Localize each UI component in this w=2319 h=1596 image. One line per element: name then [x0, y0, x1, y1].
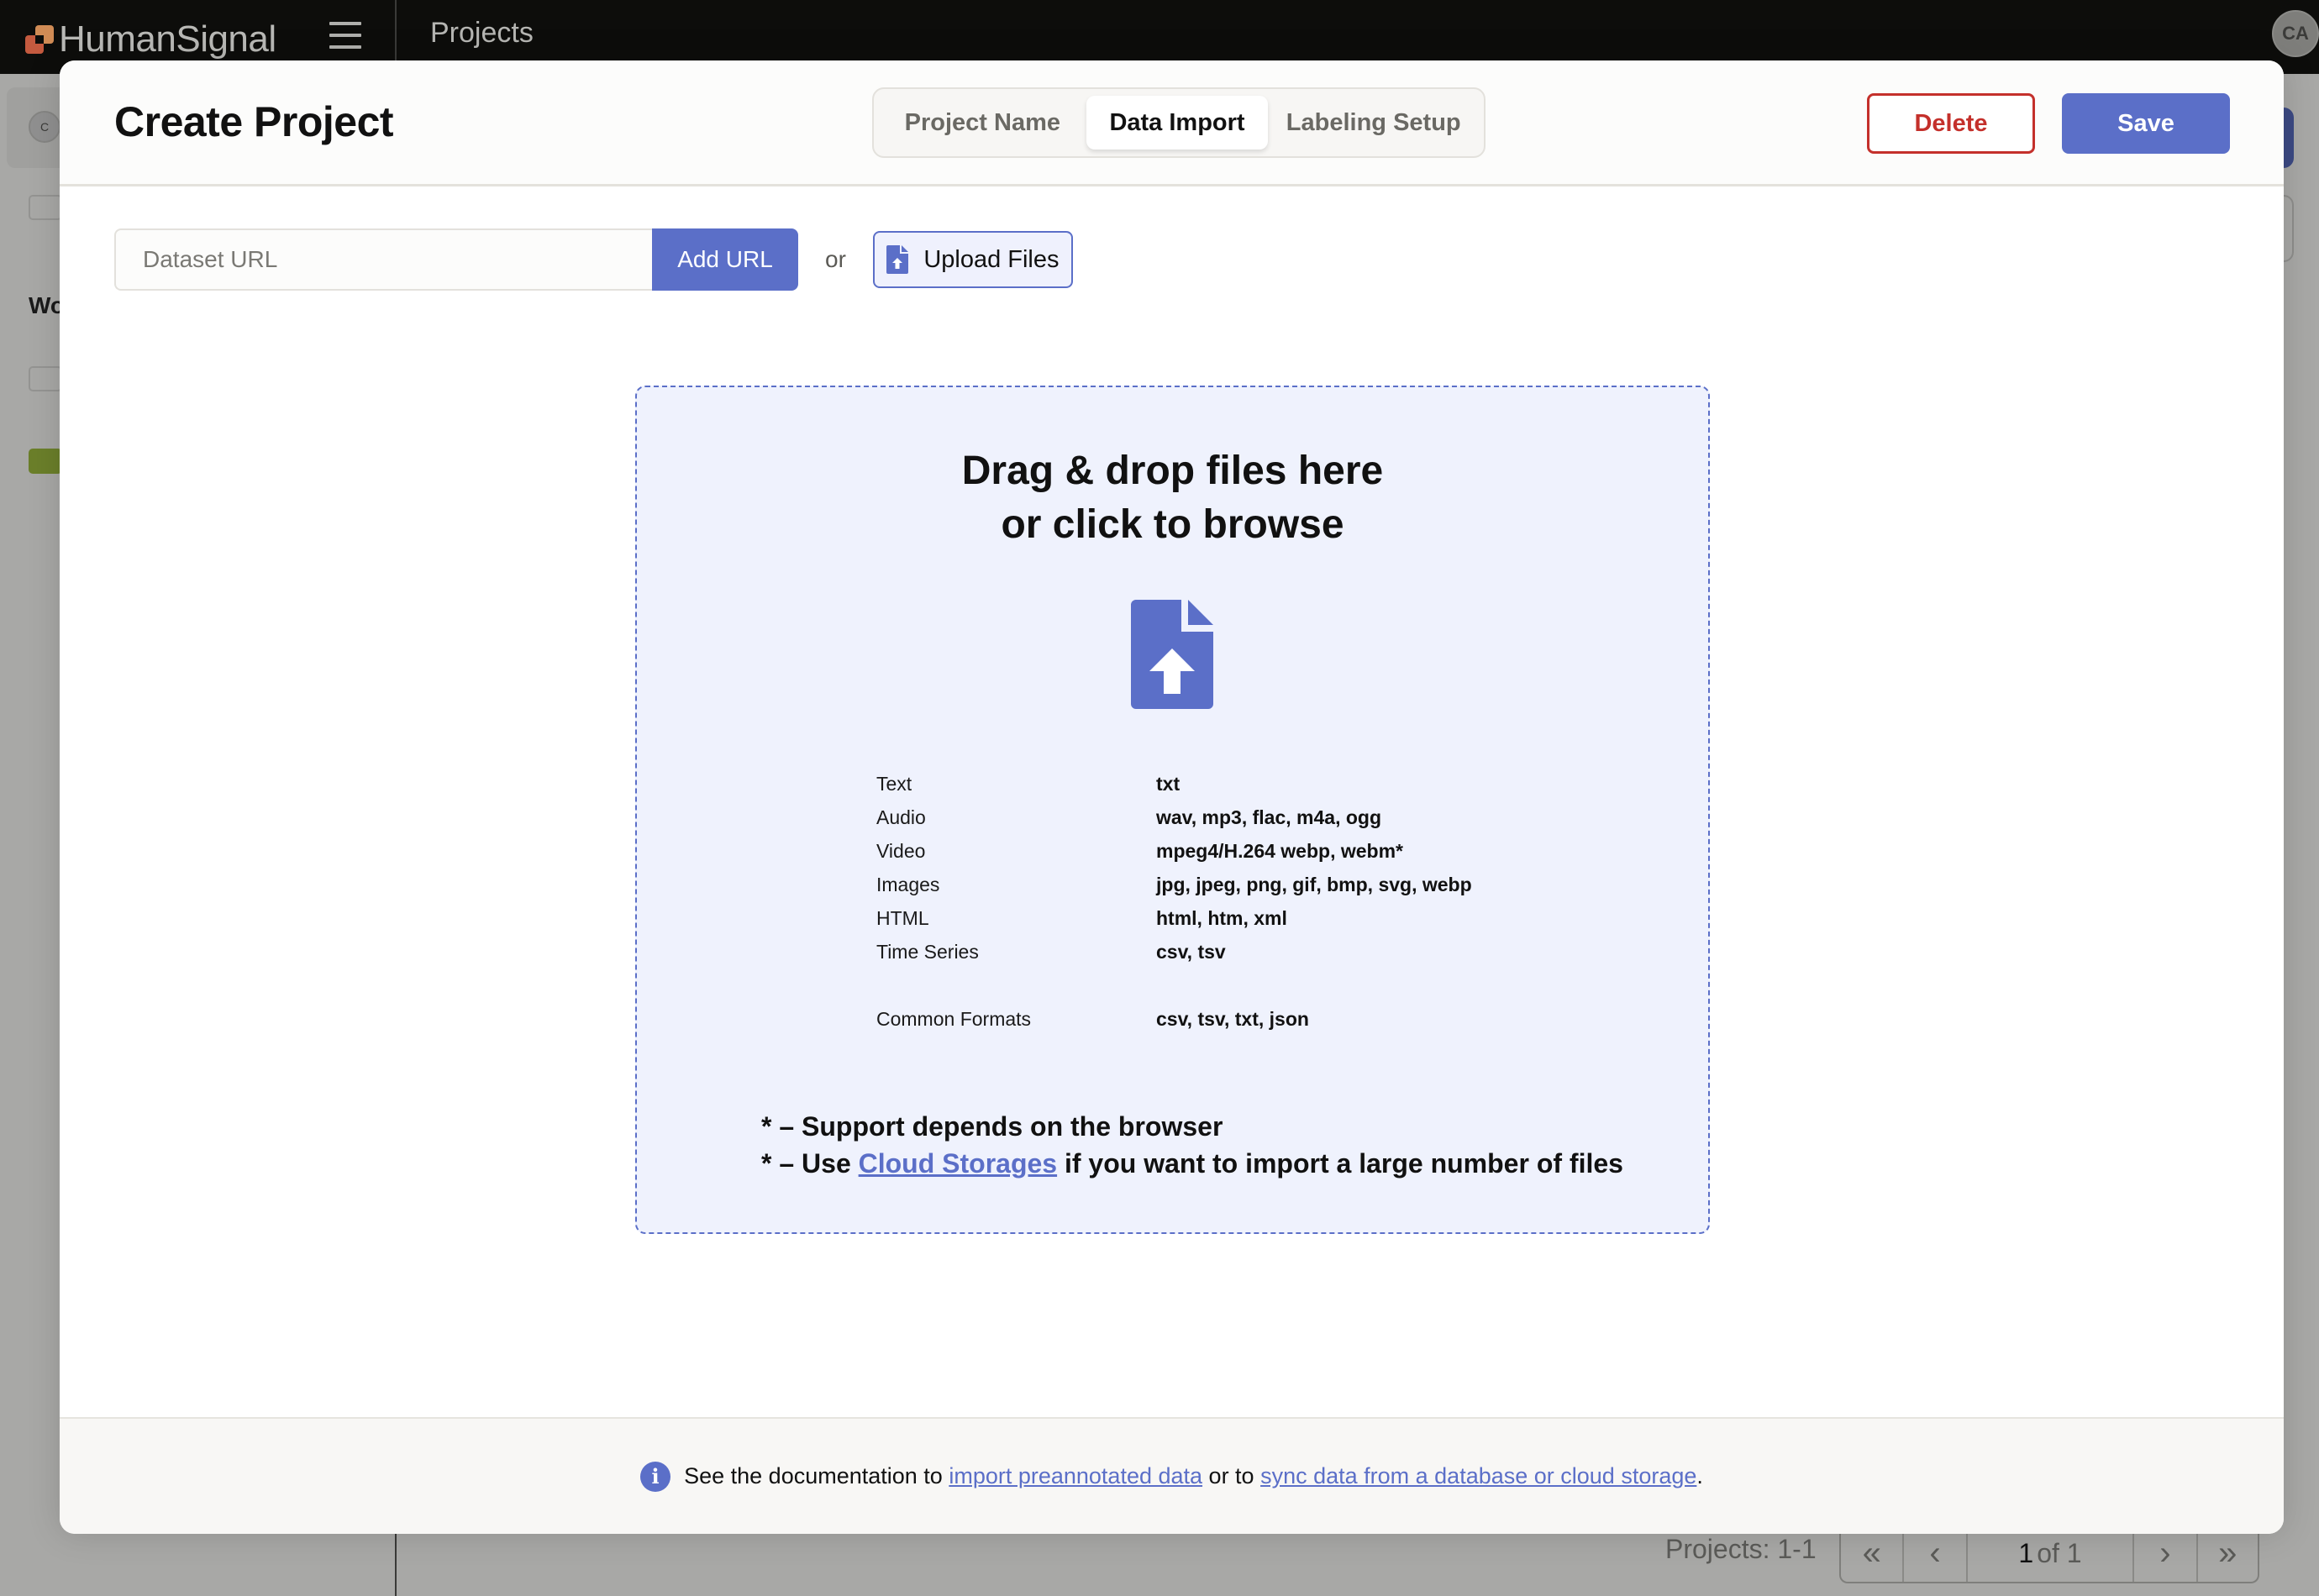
- user-avatar[interactable]: CA: [2272, 10, 2319, 57]
- footer-text: or to: [1202, 1463, 1261, 1488]
- projects-count-label: Projects: 1-1: [1665, 1534, 1817, 1564]
- current-page: 1: [2018, 1537, 2034, 1568]
- format-row: Time Series csv, tsv: [876, 935, 1472, 969]
- format-row: Images jpg, jpeg, png, gif, bmp, svg, web…: [876, 868, 1472, 901]
- footer-text: .: [1696, 1463, 1703, 1488]
- dataset-url-input[interactable]: [114, 228, 652, 291]
- tab-project-name[interactable]: Project Name: [879, 96, 1086, 150]
- browser-support-note: * – Support depends on the browser: [761, 1111, 1223, 1142]
- logo-mark-icon: [25, 25, 54, 54]
- url-import-row: Add URL or Upload Files: [114, 228, 1073, 291]
- format-type: HTML: [876, 906, 929, 929]
- brand-name: HumanSignal: [59, 18, 276, 60]
- dropzone-title-line2: or click to browse: [1001, 502, 1344, 547]
- add-url-button[interactable]: Add URL: [652, 228, 798, 291]
- format-extensions: wav, mp3, flac, m4a, ogg: [1156, 806, 1381, 828]
- workspace-folder-active-icon[interactable]: [29, 449, 62, 474]
- delete-button[interactable]: Delete: [1867, 93, 2035, 154]
- upload-files-label: Upload Files: [923, 245, 1060, 273]
- supported-formats-table: Text txt Audio wav, mp3, flac, m4a, ogg Vi…: [876, 767, 1472, 1036]
- format-type: Time Series: [876, 940, 979, 963]
- tab-labeling-setup[interactable]: Labeling Setup: [1268, 96, 1479, 150]
- cloud-storages-link[interactable]: Cloud Storages: [859, 1148, 1057, 1179]
- format-extensions: mpeg4/H.264 webp, webm*: [1156, 839, 1403, 862]
- humansignal-logo[interactable]: HumanSignal: [25, 18, 276, 60]
- format-row: Audio wav, mp3, flac, m4a, ogg: [876, 801, 1472, 834]
- modal-title: Create Project: [114, 98, 394, 145]
- format-extensions: csv, tsv, txt, json: [1156, 1007, 1309, 1030]
- file-dropzone[interactable]: Drag & drop files here or click to brows…: [635, 386, 1710, 1234]
- menu-icon[interactable]: [329, 22, 361, 49]
- format-extensions: txt: [1156, 772, 1181, 795]
- modal-header: Create Project Project Name Data Import …: [60, 60, 2284, 186]
- workspace-folder-icon[interactable]: [29, 366, 62, 391]
- dropzone-title: Drag & drop files here or click to brows…: [637, 444, 1708, 552]
- page-title: Projects: [430, 17, 534, 49]
- wizard-tabs: Project Name Data Import Labeling Setup: [872, 87, 1486, 158]
- modal-footer: i See the documentation to import preann…: [60, 1417, 2284, 1534]
- dropzone-notes: * – Support depends on the browser * – U…: [761, 1108, 1623, 1182]
- info-icon: i: [640, 1461, 671, 1492]
- format-extensions: csv, tsv: [1156, 940, 1226, 963]
- format-type: Audio: [876, 806, 926, 828]
- page-total: of 1: [2037, 1537, 2082, 1568]
- note-suffix: if you want to import a large number of …: [1057, 1148, 1623, 1179]
- sync-data-link[interactable]: sync data from a database or cloud stora…: [1260, 1463, 1696, 1489]
- format-type: Common Formats: [876, 1007, 1032, 1030]
- file-upload-icon: [1131, 600, 1213, 709]
- note-prefix: * – Use: [761, 1148, 859, 1179]
- tab-data-import[interactable]: Data Import: [1086, 96, 1269, 150]
- or-separator: or: [825, 246, 846, 272]
- format-row: Common Formats csv, tsv, txt, json: [876, 1002, 1472, 1036]
- format-row: Text txt: [876, 767, 1472, 801]
- format-extensions: html, htm, xml: [1156, 906, 1287, 929]
- format-extensions: jpg, jpeg, png, gif, bmp, svg, webp: [1156, 873, 1472, 895]
- format-type: Text: [876, 772, 912, 795]
- create-project-modal: Create Project Project Name Data Import …: [60, 60, 2284, 1534]
- format-row: Video mpeg4/H.264 webp, webm*: [876, 834, 1472, 868]
- format-row: HTML html, htm, xml: [876, 901, 1472, 935]
- projects-folder-icon[interactable]: [29, 195, 62, 220]
- footer-text: See the documentation to: [684, 1463, 949, 1488]
- format-type: Video: [876, 839, 926, 862]
- format-type: Images: [876, 873, 940, 895]
- import-preannotated-data-link[interactable]: import preannotated data: [949, 1463, 1202, 1489]
- file-upload-icon: [886, 245, 909, 274]
- sidebar-avatar: C: [29, 111, 60, 143]
- upload-files-button[interactable]: Upload Files: [872, 231, 1073, 288]
- cloud-storage-note: * – Use Cloud Storages if you want to im…: [761, 1145, 1623, 1182]
- dropzone-title-line1: Drag & drop files here: [961, 449, 1384, 493]
- save-button[interactable]: Save: [2062, 93, 2230, 154]
